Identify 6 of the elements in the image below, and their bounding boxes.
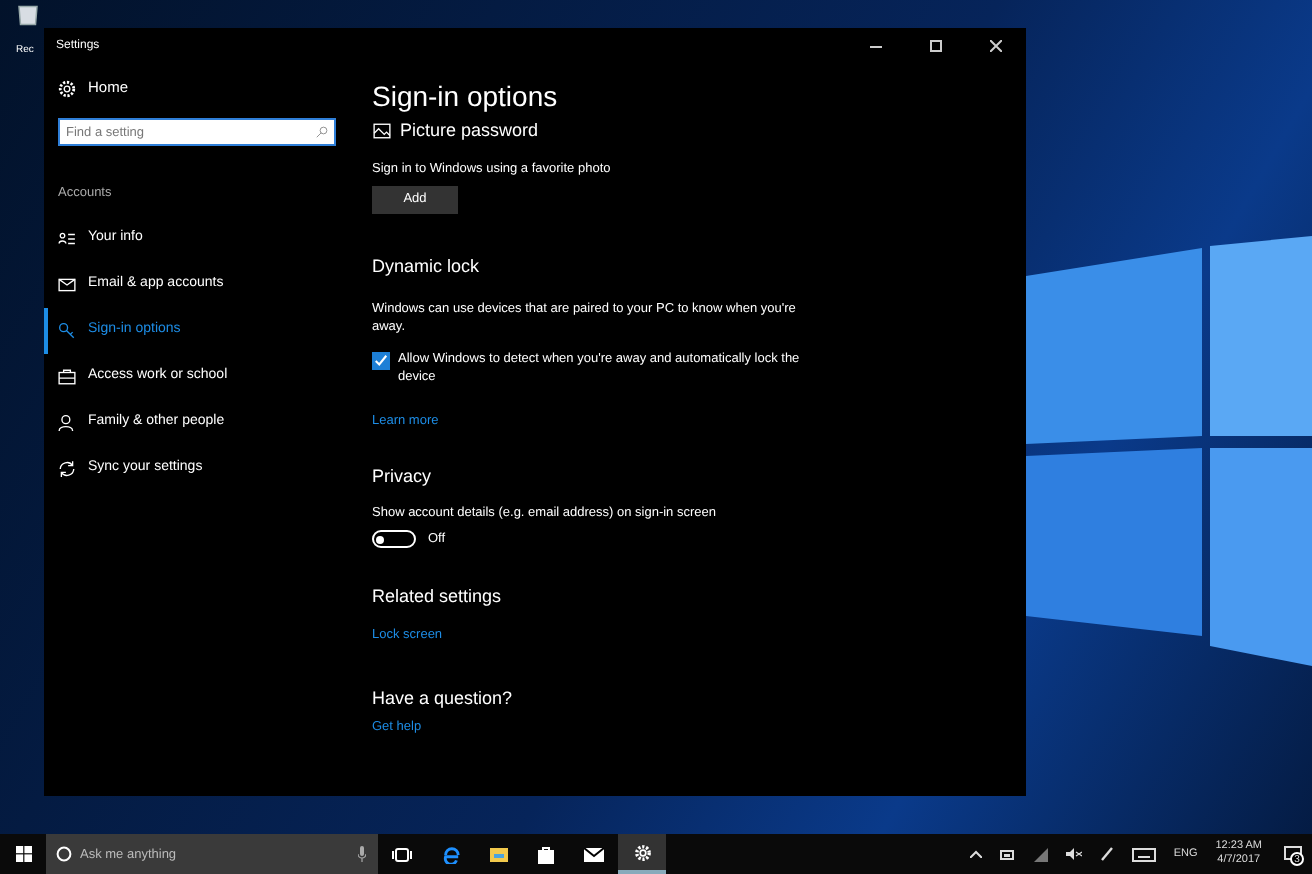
section-heading: Privacy bbox=[372, 463, 434, 490]
page-title: Sign-in options bbox=[372, 78, 560, 114]
section-heading: Related settings bbox=[372, 583, 504, 610]
section-heading: Have a question? bbox=[372, 685, 515, 712]
section-heading: Picture password bbox=[400, 118, 539, 144]
section-heading: Dynamic lock bbox=[372, 254, 482, 281]
